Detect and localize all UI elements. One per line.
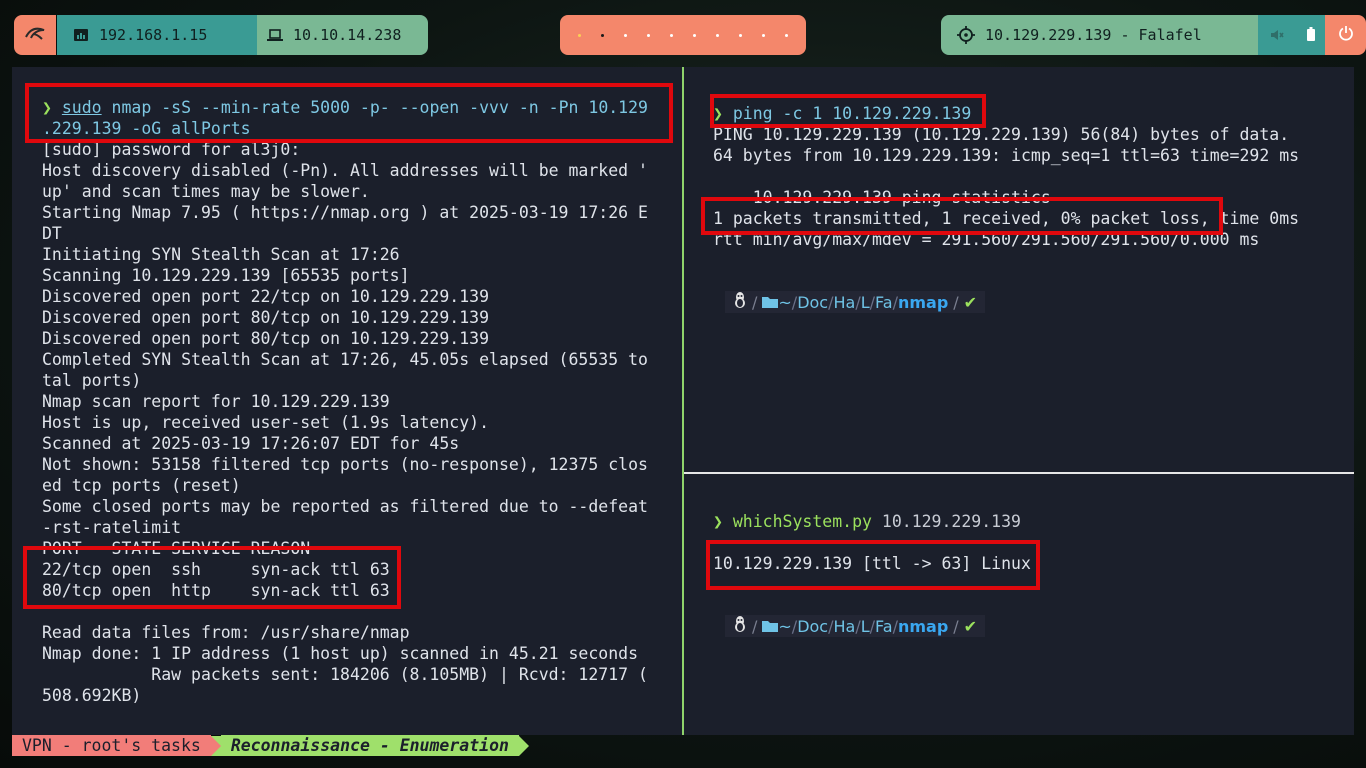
power-button[interactable] bbox=[1325, 15, 1366, 55]
crosshair-icon bbox=[957, 26, 975, 44]
nmap-output-line: Discovered open port 22/tcp on 10.129.22… bbox=[42, 287, 490, 306]
cwd: nmap bbox=[897, 292, 949, 312]
highlight-nmap-command bbox=[25, 83, 673, 143]
arch-logo-icon bbox=[24, 25, 46, 45]
linux-tux-icon bbox=[733, 616, 747, 636]
nmap-output-line: tal ports) bbox=[42, 371, 142, 390]
nmap-output-line: Discovered open port 80/tcp on 10.129.22… bbox=[42, 329, 490, 348]
folder-icon bbox=[762, 617, 779, 636]
mute-icon bbox=[1270, 26, 1284, 45]
workspace-2-dot[interactable] bbox=[601, 33, 604, 37]
nmap-output-line: Host discovery disabled (-Pn). All addre… bbox=[42, 161, 648, 180]
target-indicator: 10.129.229.139 - Falafel bbox=[941, 15, 1258, 55]
nmap-output-line: -rst-ratelimit bbox=[42, 518, 182, 537]
launcher-button[interactable] bbox=[14, 15, 56, 55]
vpn-ip-indicator: 10.10.14.238 bbox=[257, 15, 428, 55]
battery-icon bbox=[1306, 26, 1315, 45]
session-name[interactable]: VPN - root's tasks bbox=[12, 735, 211, 756]
nmap-output-line: Initiating SYN Stealth Scan at 17:26 bbox=[42, 245, 400, 264]
nmap-output-line: Host is up, received user-set (1.9s late… bbox=[42, 413, 490, 432]
nmap-output-line: Nmap scan report for 10.129.229.139 bbox=[42, 392, 390, 411]
workspace-switcher[interactable] bbox=[560, 15, 806, 55]
nmap-output-line: DT bbox=[42, 224, 62, 243]
whichsystem-command-line: ❯ whichSystem.py 10.129.229.139 bbox=[713, 512, 1021, 531]
nmap-output-line: Read data files from: /usr/share/nmap bbox=[42, 623, 410, 642]
workspace-6-dot[interactable] bbox=[693, 33, 696, 37]
nmap-output-line: Nmap done: 1 IP address (1 host up) scan… bbox=[42, 644, 639, 663]
workspace-4-dot[interactable] bbox=[647, 33, 650, 37]
power-icon bbox=[1338, 25, 1354, 45]
cwd: nmap bbox=[897, 616, 949, 636]
powerline-separator bbox=[518, 735, 529, 756]
nmap-output-line: Completed SYN Stealth Scan at 17:26, 45.… bbox=[42, 350, 648, 369]
nmap-output-line: Scanned at 2025-03-19 17:26:07 EDT for 4… bbox=[42, 434, 460, 453]
nmap-output-line: 508.692KB) bbox=[42, 686, 142, 705]
battery-indicator bbox=[1296, 15, 1325, 55]
nmap-output-line: up' and scan times may be slower. bbox=[42, 182, 370, 201]
whichsystem-command: whichSystem.py bbox=[732, 512, 872, 531]
workspace-9-dot[interactable] bbox=[762, 33, 765, 37]
terminal-window[interactable]: ❯ sudo nmap -sS --min-rate 5000 -p- --op… bbox=[12, 67, 1354, 735]
path-prompt: / ~ / Doc / Ha / L / Fa / nmap / ✔ bbox=[725, 291, 986, 313]
right-bottom-pane[interactable]: ❯ whichSystem.py 10.129.229.139 10.129.2… bbox=[684, 474, 1354, 735]
workspace-5-dot[interactable] bbox=[670, 33, 673, 37]
success-check-icon: ✔ bbox=[963, 292, 978, 312]
local-ip-text: 192.168.1.15 bbox=[99, 26, 208, 44]
nmap-output-line: Raw packets sent: 184206 (8.105MB) | Rcv… bbox=[42, 665, 648, 684]
volume-button[interactable] bbox=[1258, 15, 1296, 55]
workspace-3-dot[interactable] bbox=[624, 33, 627, 37]
nmap-output-line: Scanning 10.129.229.139 [65535 ports] bbox=[42, 266, 410, 285]
workspace-10-dot[interactable] bbox=[785, 33, 788, 37]
tmux-status-bar: VPN - root's tasks Reconnaissance - Enum… bbox=[12, 735, 529, 756]
workspace-8-dot[interactable] bbox=[739, 33, 742, 37]
folder-icon bbox=[762, 293, 779, 312]
vpn-ip-text: 10.10.14.238 bbox=[293, 26, 402, 44]
ping-output-line bbox=[713, 166, 1299, 187]
workspace-1-dot[interactable] bbox=[578, 33, 581, 37]
powerline-separator bbox=[210, 735, 221, 756]
nmap-output-line: Not shown: 53158 filtered tcp ports (no-… bbox=[42, 455, 648, 474]
target-text: 10.129.229.139 - Falafel bbox=[985, 26, 1202, 44]
success-check-icon: ✔ bbox=[963, 616, 978, 636]
right-top-pane[interactable]: ❯ ping -c 1 10.129.229.139 PING 10.129.2… bbox=[684, 67, 1354, 472]
nmap-output-line: Discovered open port 80/tcp on 10.129.22… bbox=[42, 308, 490, 327]
left-pane[interactable]: ❯ sudo nmap -sS --min-rate 5000 -p- --op… bbox=[12, 67, 682, 735]
local-ip-indicator: 192.168.1.15 bbox=[57, 15, 257, 55]
active-window-name[interactable]: Reconnaissance - Enumeration bbox=[220, 735, 519, 756]
network-icon bbox=[73, 28, 89, 42]
nmap-output-line: Starting Nmap 7.95 ( https://nmap.org ) … bbox=[42, 203, 648, 222]
highlight-os-detection bbox=[706, 540, 1040, 590]
linux-tux-icon bbox=[733, 292, 747, 312]
nmap-output-line: ed tcp ports (reset) bbox=[42, 476, 241, 495]
highlight-packet-loss bbox=[701, 197, 1223, 235]
highlight-ping-command bbox=[710, 94, 986, 128]
ping-output-line: 64 bytes from 10.129.229.139: icmp_seq=1… bbox=[713, 146, 1300, 165]
nmap-output-line: Some closed ports may be reported as fil… bbox=[42, 497, 648, 516]
highlight-open-ports bbox=[23, 546, 401, 609]
path-prompt-2: / ~ / Doc / Ha / L / Fa / nmap / ✔ bbox=[725, 615, 986, 637]
laptop-icon bbox=[267, 28, 283, 42]
whichsystem-args: 10.129.229.139 bbox=[871, 512, 1021, 531]
workspace-7-dot[interactable] bbox=[716, 33, 719, 37]
nmap-output: [sudo] password for al3j0: Host discovery… bbox=[42, 139, 648, 706]
